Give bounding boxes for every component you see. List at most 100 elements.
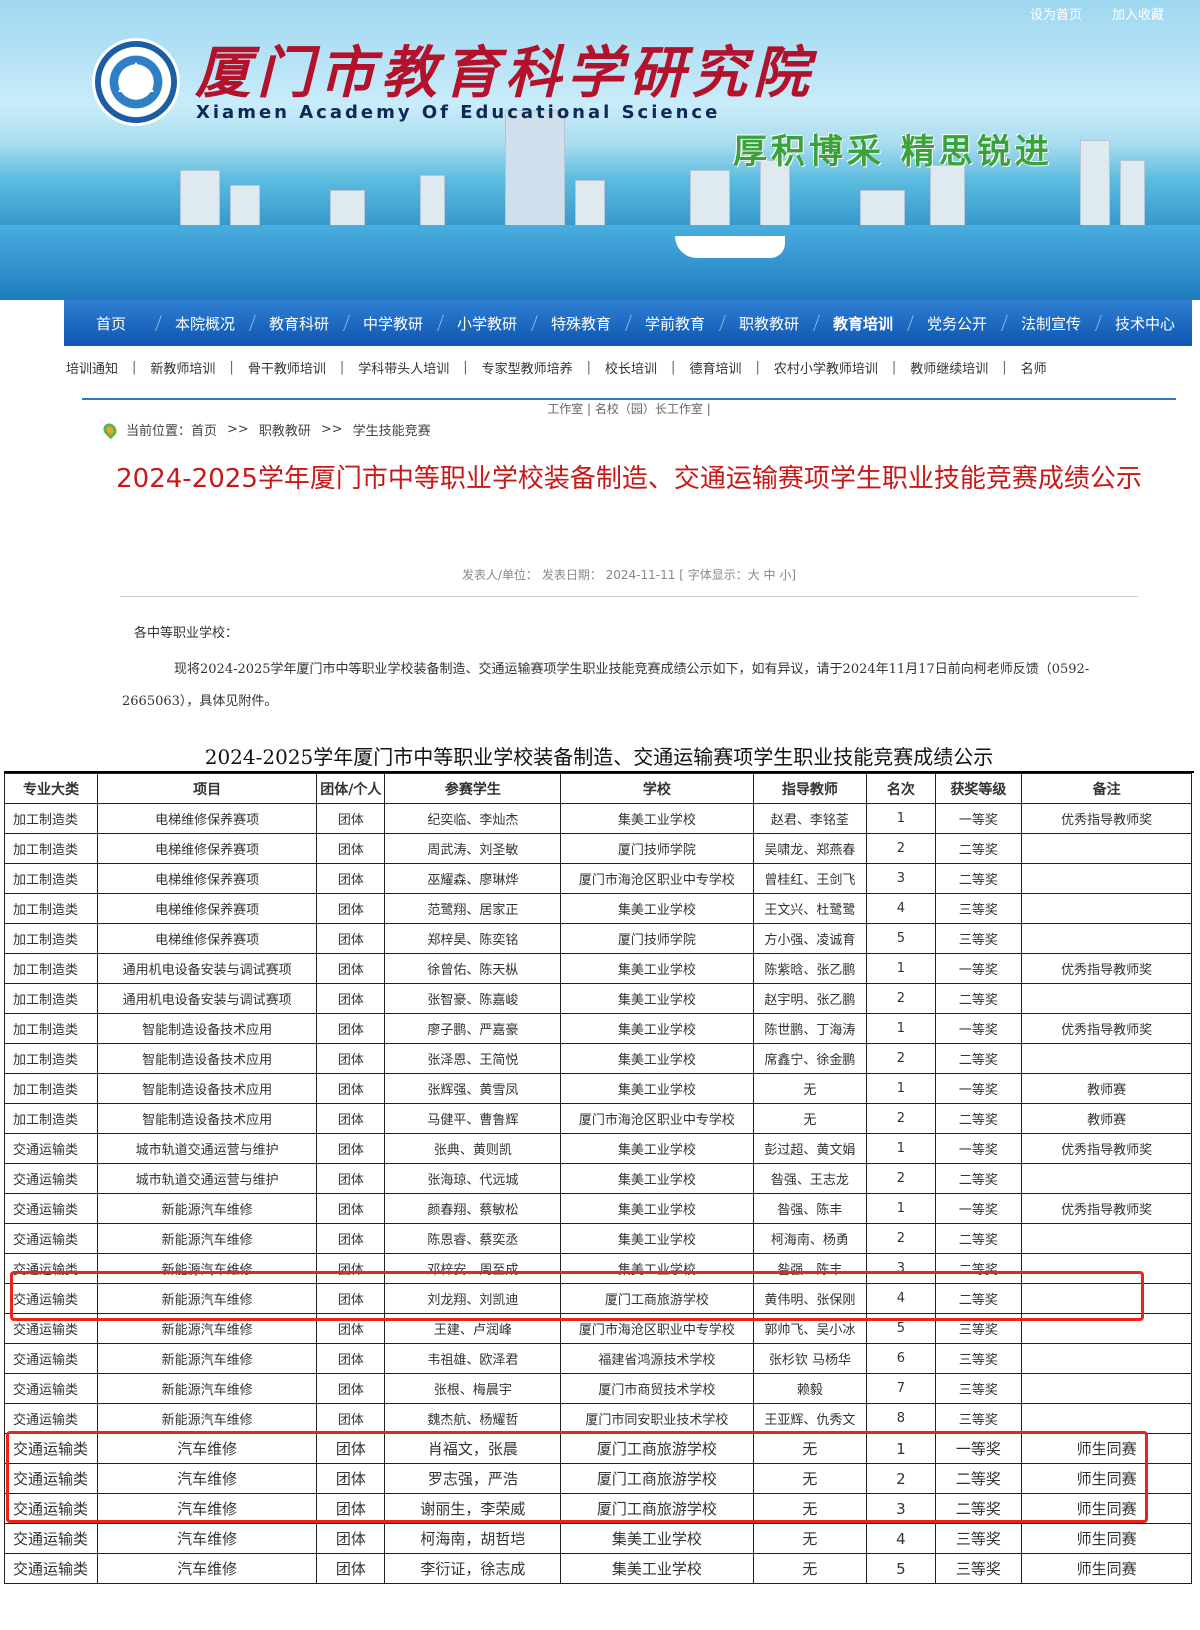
table-cell: 无 [752, 1493, 868, 1524]
sub-nav-overflow[interactable]: 工作室 | 名校（园）长工作室 | [82, 400, 1176, 417]
table-cell: 2 [866, 1163, 936, 1194]
table-cell: 师生同赛 [1021, 1523, 1192, 1554]
table-cell: 新能源汽车维修 [97, 1403, 318, 1434]
nav-item-tech[interactable]: 技术中心 [1098, 313, 1192, 334]
add-favorite-link[interactable]: 加入收藏 [1112, 4, 1164, 23]
table-row: 加工制造类 电梯维修保养赛项 团体 纪奕临、李灿杰 集美工业学校 赵君、李铭荃 1 一等奖 优秀… [4, 803, 1192, 834]
subnav-item[interactable]: 教师继续培训 [896, 358, 1002, 377]
table-cell: 优秀指导教师奖 [1021, 1193, 1192, 1224]
table-cell: 团体 [316, 833, 386, 864]
table-cell: 集美工业学校 [560, 893, 754, 924]
table-cell: 谢丽生，李荣威 [384, 1493, 562, 1524]
table-cell: 1 [866, 1193, 936, 1224]
table-cell [1021, 923, 1192, 954]
table-cell: 交通运输类 [4, 1343, 99, 1374]
table-cell: 三等奖 [934, 1553, 1023, 1584]
table-cell: 曾桂红、王剑飞 [752, 863, 868, 894]
table-cell: 集美工业学校 [560, 1223, 754, 1254]
nav-item-middle-school[interactable]: 中学教研 [346, 313, 440, 334]
table-cell: 昝强、陈丰 [752, 1253, 868, 1284]
breadcrumb-vocational[interactable]: 职教教研 [259, 420, 311, 439]
nav-item-primary-school[interactable]: 小学教研 [440, 313, 534, 334]
table-cell: 二等奖 [934, 1043, 1023, 1074]
table-cell: 5 [866, 923, 936, 954]
subnav-item[interactable]: 专家型教师培养 [468, 358, 587, 377]
nav-item-research[interactable]: 教育科研 [252, 313, 346, 334]
table-cell: 优秀指导教师奖 [1021, 803, 1192, 834]
set-homepage-link[interactable]: 设为首页 [1030, 4, 1082, 23]
table-cell: 厦门工商旅游学校 [560, 1493, 754, 1524]
table-cell: 三等奖 [934, 1523, 1023, 1554]
subnav-item[interactable]: 校长培训 [591, 358, 671, 377]
breadcrumb-skill-competition[interactable]: 学生技能竞赛 [353, 420, 431, 439]
table-cell: 5 [866, 1313, 936, 1344]
table-cell [1021, 1343, 1192, 1374]
breadcrumb-home[interactable]: 当前位置：首页 [126, 420, 217, 439]
table-cell: 团体 [316, 1553, 386, 1584]
nav-item-preschool[interactable]: 学前教育 [628, 313, 722, 334]
subnav-item[interactable]: 德育培训 [675, 358, 755, 377]
table-cell: 三等奖 [934, 1373, 1023, 1404]
table-cell: 团体 [316, 1073, 386, 1104]
table-cell: 团体 [316, 1493, 386, 1524]
table-cell: 4 [866, 1523, 936, 1554]
table-cell: 郑梓昊、陈奕铭 [384, 923, 562, 954]
table-cell: 厦门市海沧区职业中专学校 [560, 1313, 754, 1344]
nav-item-vocational[interactable]: 职教教研 [722, 313, 816, 334]
subnav-item[interactable]: 学科带头人培训 [344, 358, 463, 377]
table-cell: 2 [866, 983, 936, 1014]
nav-item-training[interactable]: 教育培训 [816, 313, 910, 334]
nav-item-special-edu[interactable]: 特殊教育 [534, 313, 628, 334]
table-cell: 张杉钦 马杨华 [752, 1343, 868, 1374]
table-cell: 彭过超、黄文娟 [752, 1133, 868, 1164]
nav-item-party[interactable]: 党务公开 [910, 313, 1004, 334]
table-cell: 巫耀森、廖琳烨 [384, 863, 562, 894]
subnav-item[interactable]: 名师 [1007, 358, 1061, 377]
table-cell: 二等奖 [934, 1463, 1023, 1494]
column-header: 参赛学生 [384, 773, 562, 804]
table-cell: 团体 [316, 1463, 386, 1494]
sea-image [0, 225, 1200, 300]
table-cell: 邓梓安、周至成 [384, 1253, 562, 1284]
table-cell: 加工制造类 [4, 893, 99, 924]
table-cell: 5 [866, 1553, 936, 1584]
table-cell: 陈紫晗、张乙鹏 [752, 953, 868, 984]
nav-item-law[interactable]: 法制宣传 [1004, 313, 1098, 334]
table-row: 加工制造类 电梯维修保养赛项 团体 范鹭翔、居家正 集美工业学校 王文兴、杜鹭鹭 4 三等奖 [4, 893, 1192, 924]
table-cell: 集美工业学校 [560, 1253, 754, 1284]
table-cell: 团体 [316, 1013, 386, 1044]
nav-item-overview[interactable]: 本院概况 [158, 313, 252, 334]
table-cell: 师生同赛 [1021, 1553, 1192, 1584]
table-cell: 无 [752, 1073, 868, 1104]
table-cell: 柯海南，胡哲垲 [384, 1523, 562, 1554]
subnav-item[interactable]: 新教师培训 [136, 358, 229, 377]
table-cell: 赵宇明、张乙鹏 [752, 983, 868, 1014]
table-cell: 一等奖 [934, 803, 1023, 834]
table-cell: 团体 [316, 1373, 386, 1404]
subnav-item[interactable]: 培训通知 [64, 358, 132, 377]
subnav-item[interactable]: 骨干教师培训 [234, 358, 340, 377]
table-cell: 师生同赛 [1021, 1493, 1192, 1524]
table-cell: 交通运输类 [4, 1493, 99, 1524]
table-cell: 厦门技师学院 [560, 833, 754, 864]
table-cell: 二等奖 [934, 983, 1023, 1014]
site-banner: 设为首页 加入收藏 厦门市教育科学研究院 Xiamen Academy Of E… [0, 0, 1200, 300]
site-slogan: 厚积博采 精思锐进 [733, 132, 1053, 172]
column-header: 专业大类 [4, 773, 99, 804]
table-cell: 加工制造类 [4, 1073, 99, 1104]
table-cell: 团体 [316, 1103, 386, 1134]
table-row: 加工制造类 电梯维修保养赛项 团体 郑梓昊、陈奕铭 厦门技师学院 方小强、凌诚育 5 三等奖 [4, 923, 1192, 954]
column-header: 名次 [866, 773, 936, 804]
table-row: 交通运输类 汽车维修 团体 肖福文，张晨 厦门工商旅游学校无 1 一等奖 师生同赛 [4, 1433, 1192, 1464]
table-cell: 优秀指导教师奖 [1021, 953, 1192, 984]
nav-item-home[interactable]: 首页 [64, 313, 158, 334]
table-cell: 团体 [316, 1403, 386, 1434]
table-cell: 新能源汽车维修 [97, 1373, 318, 1404]
table-cell: 加工制造类 [4, 1103, 99, 1134]
table-cell: 张泽恩、王简悦 [384, 1043, 562, 1074]
table-cell [1021, 833, 1192, 864]
table-row: 加工制造类 智能制造设备技术应用 团体 张辉强、黄雪凤 集美工业学校无 1 一等奖 教师赛 [4, 1073, 1192, 1104]
subnav-item[interactable]: 农村小学教师培训 [760, 358, 892, 377]
table-cell: 二等奖 [934, 1163, 1023, 1194]
table-cell: 交通运输类 [4, 1253, 99, 1284]
